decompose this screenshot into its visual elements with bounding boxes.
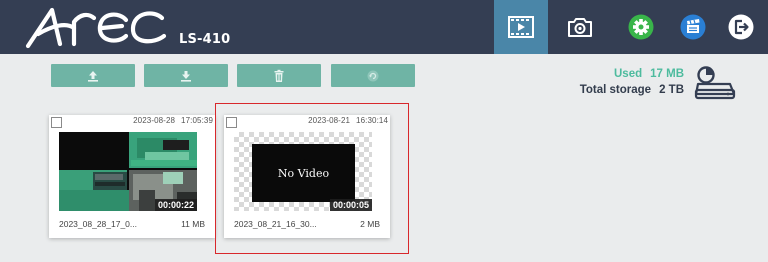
- total-storage-label: Total storage: [579, 84, 652, 96]
- model-label: LS-410: [179, 32, 231, 47]
- logout-icon: [728, 14, 754, 40]
- storage-info: Used 17 MB Total storage 2 TB: [580, 66, 684, 98]
- refresh-icon: [367, 70, 379, 81]
- trash-icon: [274, 69, 284, 82]
- clapperboard-icon: [680, 14, 706, 40]
- recording-date: 2023-08-28: [133, 116, 176, 125]
- selection-highlight: [215, 103, 409, 254]
- snapshot-tab[interactable]: [553, 0, 607, 54]
- used-label: Used: [614, 68, 643, 80]
- settings-tab[interactable]: [614, 0, 668, 54]
- total-storage-value: 2 TB: [659, 84, 684, 96]
- gear-icon: [628, 14, 654, 40]
- upload-icon: [88, 70, 98, 82]
- used-value: 17 MB: [650, 68, 684, 80]
- file-name: 2023_08_28_17_0...: [59, 219, 137, 229]
- delete-button[interactable]: [237, 64, 321, 87]
- logout-tab[interactable]: [714, 0, 768, 54]
- recording-time: 17:05:39: [181, 116, 213, 125]
- refresh-button[interactable]: [331, 64, 415, 87]
- download-icon: [181, 70, 191, 82]
- duration-badge: 00:00:22: [154, 199, 197, 211]
- video-thumbnail[interactable]: 00:00:22: [59, 132, 197, 211]
- arec-logo: [25, 7, 167, 49]
- upload-button[interactable]: [51, 64, 135, 87]
- film-icon: [508, 16, 534, 38]
- file-size: 11 MB: [181, 219, 205, 229]
- download-button[interactable]: [144, 64, 228, 87]
- recording-datetime: 2023-08-28 17:05:39: [133, 116, 213, 125]
- hard-disk-icon: [694, 66, 736, 100]
- recording-card[interactable]: 2023-08-28 17:05:39 00:00:22 2023_08_28_…: [49, 115, 215, 238]
- clapperboard-tab[interactable]: [666, 0, 720, 54]
- top-header: LS-410: [0, 0, 768, 54]
- select-checkbox[interactable]: [51, 117, 62, 128]
- camera-icon: [568, 18, 592, 37]
- playback-tab[interactable]: [494, 0, 548, 54]
